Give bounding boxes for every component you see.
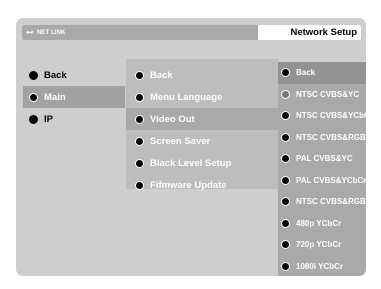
menu3-item-label: 480p YCbCr: [296, 218, 342, 228]
menu3-item-option[interactable]: NTSC CVBS&RGB: [278, 191, 366, 213]
menu2-item-label: Fifmware Update: [150, 179, 227, 191]
menu2-item-screen-saver[interactable]: Screen Saver: [126, 130, 278, 152]
brand-label: NET LINK: [37, 29, 66, 36]
menu3-item-label: 720p YCbCr: [296, 240, 342, 250]
menu1-item-ip[interactable]: IP: [23, 108, 125, 130]
menu3-item-option[interactable]: 480p YCbCr: [278, 213, 366, 235]
menu2-item-label: Black Level Setup: [150, 157, 232, 169]
menu3-item-option[interactable]: PAL CVBS&YCbCr: [278, 170, 366, 192]
menu3-item-option[interactable]: NTSC CVBS&YCbCr: [278, 105, 366, 127]
brand-area: ⊷ NET LINK: [22, 25, 258, 40]
bullet-icon: [281, 111, 290, 121]
menu3-item-option[interactable]: PAL CVBS&YC: [278, 148, 366, 170]
bullet-icon: [281, 154, 290, 164]
menu3-item-label: PAL CVBS&YCbCr: [296, 175, 366, 185]
menu-level-2: Back Menu Language Video Out Screen Save…: [126, 59, 278, 191]
menu3-item-label: NTSC CVBS&RGB: [296, 132, 366, 142]
title-bar: ⊷ NET LINK Network Setup: [22, 25, 361, 40]
bullet-icon: [281, 261, 290, 271]
menu1-item-label: Back: [44, 69, 67, 81]
bullet-icon: [135, 180, 144, 190]
osd-screen: ⊷ NET LINK Network Setup Back Main IP Ba…: [16, 18, 366, 276]
menu3-item-label: NTSC CVBS&YCbCr: [296, 111, 366, 121]
menu-level-1: Back Main IP: [23, 64, 125, 130]
bullet-icon: [29, 114, 38, 124]
menu2-item-label: Video Out: [150, 113, 195, 125]
bullet-icon: [281, 218, 290, 228]
bullet-icon: [29, 92, 38, 102]
menu2-item-label: Back: [150, 69, 173, 81]
menu3-item-back[interactable]: Back: [278, 62, 366, 84]
bullet-icon: [281, 175, 290, 185]
menu3-item-label: NTSC CVBS&YC: [296, 89, 360, 99]
bullet-icon: [135, 136, 144, 146]
bullet-icon: [281, 197, 290, 207]
menu2-item-label: Screen Saver: [150, 135, 211, 147]
net-link-icon: ⊷: [26, 27, 34, 37]
menu2-item-firmware-update[interactable]: Fifmware Update: [126, 174, 278, 196]
menu2-item-menu-language[interactable]: Menu Language: [126, 86, 278, 108]
page-title: Network Setup: [290, 27, 357, 38]
bullet-icon: [135, 70, 144, 80]
bullet-icon: [29, 70, 38, 80]
bullet-icon: [281, 68, 290, 78]
menu1-item-label: IP: [44, 113, 53, 125]
menu3-item-option[interactable]: 720p YCbCr: [278, 234, 366, 256]
menu2-item-video-out[interactable]: Video Out: [126, 108, 278, 130]
menu1-item-main[interactable]: Main: [23, 86, 125, 108]
menu1-item-back[interactable]: Back: [23, 64, 125, 86]
bullet-icon: [281, 89, 290, 99]
menu3-item-label: PAL CVBS&YC: [296, 154, 353, 164]
bullet-icon: [281, 240, 290, 250]
bullet-icon: [135, 92, 144, 102]
menu-level-3: Back NTSC CVBS&YC NTSC CVBS&YCbCr NTSC C…: [278, 62, 366, 276]
menu3-item-option[interactable]: 1080i YCbCr: [278, 256, 366, 277]
bullet-icon: [135, 114, 144, 124]
bullet-icon: [281, 132, 290, 142]
menu2-item-black-level-setup[interactable]: Black Level Setup: [126, 152, 278, 174]
menu3-item-option[interactable]: NTSC CVBS&RGB: [278, 127, 366, 149]
menu3-item-label: 1080i YCbCr: [296, 261, 343, 271]
menu2-item-label: Menu Language: [150, 91, 223, 103]
menu2-item-back[interactable]: Back: [126, 64, 278, 86]
menu1-item-label: Main: [44, 91, 66, 103]
menu3-item-label: NTSC CVBS&RGB: [296, 197, 366, 207]
menu3-item-label: Back: [296, 68, 316, 78]
menu3-item-option[interactable]: NTSC CVBS&YC: [278, 84, 366, 106]
bullet-icon: [135, 158, 144, 168]
